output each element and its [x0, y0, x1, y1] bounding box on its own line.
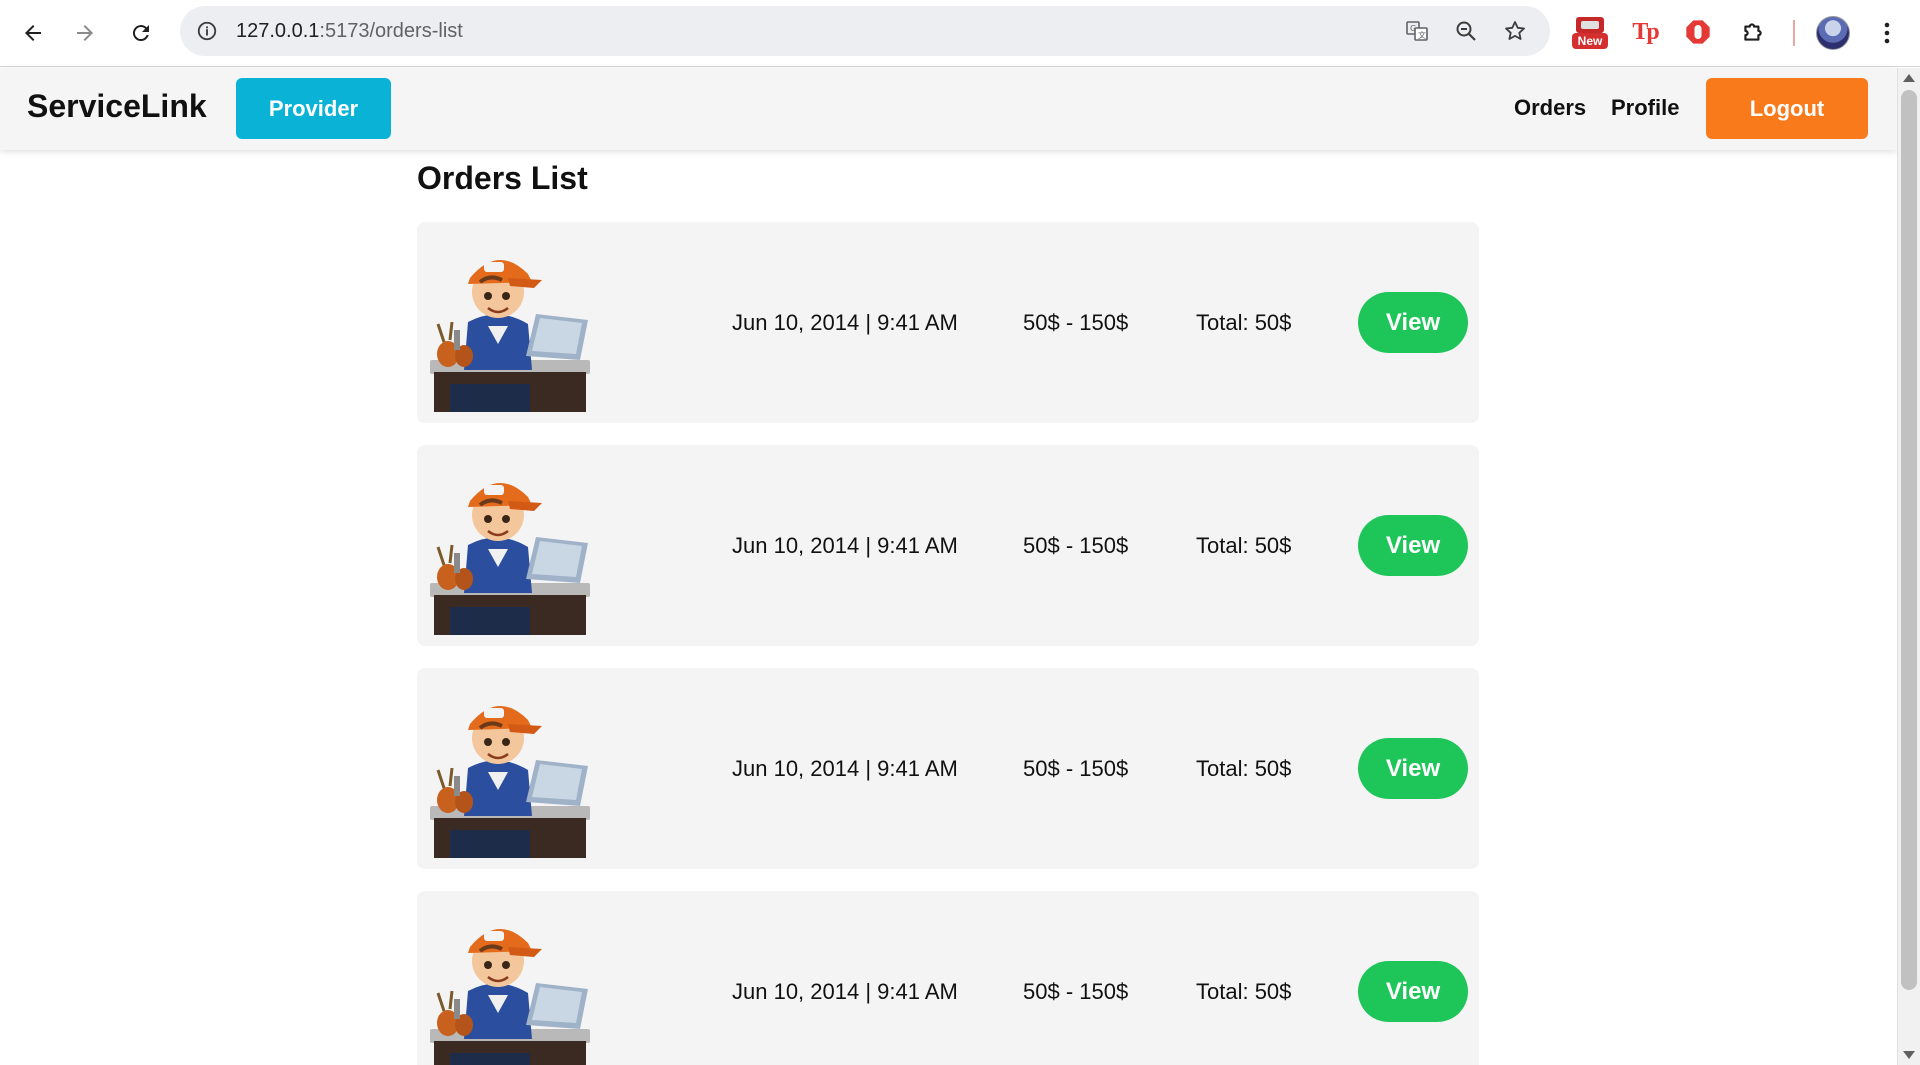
scroll-up-arrow-icon[interactable]: [1903, 74, 1915, 82]
order-price-range: 50$ - 150$: [1023, 756, 1129, 781]
view-order-button[interactable]: View: [1358, 738, 1468, 799]
order-card: Jun 10, 2014 | 9:41 AM 50$ - 150$ Total:…: [417, 891, 1479, 1065]
extension-new-icon[interactable]: New: [1570, 12, 1610, 52]
brand-logo[interactable]: ServiceLink: [27, 88, 207, 125]
toolbar-divider: [1793, 20, 1795, 46]
view-order-button[interactable]: View: [1358, 292, 1468, 353]
browser-toolbar: 127.0.0.1:5173/orders-list G文 New Tp: [0, 0, 1920, 67]
back-arrow-icon[interactable]: [12, 12, 54, 54]
nav-orders-link[interactable]: Orders: [1514, 95, 1586, 121]
order-thumbnail-image: [428, 680, 594, 858]
extension-new-badge: New: [1572, 33, 1608, 49]
order-card: Jun 10, 2014 | 9:41 AM 50$ - 150$ Total:…: [417, 668, 1479, 869]
order-thumbnail-image: [428, 234, 594, 412]
url-text[interactable]: 127.0.0.1:5173/orders-list: [236, 20, 463, 43]
bookmark-star-icon[interactable]: [1501, 17, 1529, 45]
order-price-range: 50$ - 150$: [1023, 979, 1129, 1004]
provider-button[interactable]: Provider: [236, 78, 391, 139]
order-price-range: 50$ - 150$: [1023, 310, 1129, 335]
order-card: Jun 10, 2014 | 9:41 AM 50$ - 150$ Total:…: [417, 445, 1479, 646]
reload-icon[interactable]: [120, 12, 162, 54]
translate-icon[interactable]: G文: [1403, 17, 1431, 45]
address-bar[interactable]: 127.0.0.1:5173/orders-list G文: [180, 6, 1550, 56]
order-date: Jun 10, 2014 | 9:41 AM: [732, 756, 958, 781]
app-header: ServiceLink Provider Orders Profile Logo…: [0, 68, 1897, 150]
nav-profile-link[interactable]: Profile: [1611, 95, 1679, 121]
forward-arrow-icon[interactable]: [64, 12, 106, 54]
svg-text:文: 文: [1418, 30, 1426, 40]
scrollbar-thumb[interactable]: [1901, 90, 1917, 990]
extensions-puzzle-icon[interactable]: [1733, 12, 1773, 52]
order-card: Jun 10, 2014 | 9:41 AM 50$ - 150$ Total:…: [417, 222, 1479, 423]
page-scrollbar[interactable]: [1897, 68, 1920, 1065]
zoom-icon[interactable]: [1452, 17, 1480, 45]
order-total: Total: 50$: [1196, 310, 1292, 335]
order-price-range: 50$ - 150$: [1023, 533, 1129, 558]
order-date: Jun 10, 2014 | 9:41 AM: [732, 310, 958, 335]
order-total: Total: 50$: [1196, 533, 1292, 558]
order-date: Jun 10, 2014 | 9:41 AM: [732, 533, 958, 558]
url-host: 127.0.0.1: [236, 20, 320, 42]
order-total: Total: 50$: [1196, 756, 1292, 781]
order-total: Total: 50$: [1196, 979, 1292, 1004]
site-info-icon[interactable]: [194, 18, 220, 44]
kebab-menu-icon[interactable]: [1872, 16, 1902, 50]
view-order-button[interactable]: View: [1358, 515, 1468, 576]
order-date: Jun 10, 2014 | 9:41 AM: [732, 979, 958, 1004]
page-title: Orders List: [417, 160, 588, 196]
order-thumbnail-image: [428, 457, 594, 635]
extension-adblock-icon[interactable]: [1678, 12, 1718, 52]
order-thumbnail-image: [428, 903, 594, 1065]
svg-text:G: G: [1410, 24, 1416, 33]
extension-tp-icon[interactable]: Tp: [1625, 12, 1665, 52]
url-path: :5173/orders-list: [319, 20, 463, 42]
logout-button[interactable]: Logout: [1706, 78, 1868, 139]
profile-avatar[interactable]: [1816, 16, 1850, 50]
extension-tp-label: Tp: [1632, 18, 1659, 45]
view-order-button[interactable]: View: [1358, 961, 1468, 1022]
scroll-down-arrow-icon[interactable]: [1903, 1051, 1915, 1059]
